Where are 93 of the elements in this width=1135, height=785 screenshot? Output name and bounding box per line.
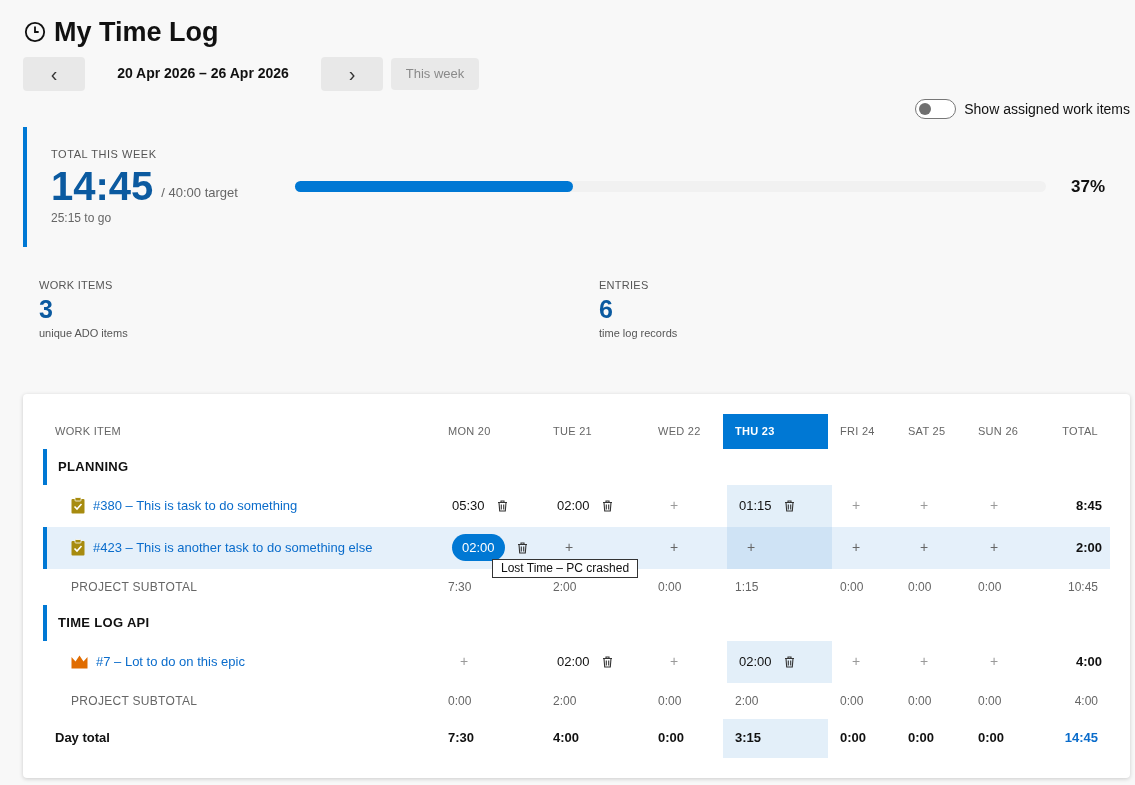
subtotal-total: 4:00	[1073, 692, 1099, 710]
add-entry-button[interactable]: +	[920, 537, 929, 558]
add-entry-button[interactable]: +	[747, 537, 756, 558]
previous-week-button[interactable]: ‹	[23, 56, 85, 91]
stat-label: WORK ITEMS	[39, 277, 114, 293]
add-entry-button[interactable]: +	[920, 495, 929, 516]
column-header: SUN 26	[977, 423, 1020, 439]
day-total-label: Day total	[54, 729, 111, 748]
subtotal-value: 0:00	[447, 692, 473, 710]
day-total-value: 4:00	[552, 729, 581, 748]
column-header: WORK ITEM	[54, 423, 123, 439]
subtotal-value: 1:15	[734, 578, 760, 596]
day-total-value: 0:00	[657, 729, 686, 748]
work-item-row[interactable]: #7 – Lot to do on this epic + 02:00 + 02:00 + + + 4:00	[43, 640, 1110, 683]
project-name: PLANNING	[58, 457, 129, 476]
remaining-text: 25:15 to go	[51, 209, 113, 227]
stat-value: 6	[599, 294, 614, 325]
next-week-button[interactable]: ›	[321, 56, 383, 91]
column-header: WED 22	[657, 423, 702, 439]
trash-icon[interactable]	[783, 499, 795, 512]
work-item-link[interactable]: #7 – Lot to do on this epic	[96, 651, 245, 672]
trash-icon[interactable]	[601, 655, 613, 668]
add-entry-button[interactable]: +	[670, 651, 679, 672]
time-entry[interactable]: 02:00	[557, 647, 590, 676]
subtotal-label: PROJECT SUBTOTAL	[70, 692, 199, 710]
subtotal-value: 0:00	[839, 578, 865, 596]
column-header: TOTAL	[1061, 423, 1099, 439]
subtotal-value: 0:00	[977, 578, 1003, 596]
add-entry-button[interactable]: +	[565, 537, 574, 558]
add-entry-button[interactable]: +	[920, 651, 929, 672]
work-item-link[interactable]: #380 – This is task to do something	[93, 495, 298, 516]
total-hours: 14:45	[51, 162, 154, 209]
trash-icon[interactable]	[601, 499, 613, 512]
summary-label: TOTAL THIS WEEK	[51, 147, 158, 163]
day-total-value: 0:00	[977, 729, 1006, 748]
column-header: SAT 25	[907, 423, 947, 439]
stat-label: ENTRIES	[599, 277, 650, 293]
date-range: 20 Apr 2026 – 26 Apr 2026	[116, 64, 290, 83]
subtotal-value: 0:00	[657, 578, 683, 596]
subtotal-value: 0:00	[977, 692, 1003, 710]
day-total-value: 0:00	[839, 729, 868, 748]
progress-percent: 37%	[1070, 175, 1105, 198]
add-entry-button[interactable]: +	[670, 495, 679, 516]
stat-caption: unique ADO items	[39, 326, 129, 341]
subtotal-value: 0:00	[907, 578, 933, 596]
subtotal-value: 2:00	[552, 578, 578, 596]
add-entry-button[interactable]: +	[460, 651, 469, 672]
day-total-value: 0:00	[907, 729, 936, 748]
page-title: My Time Log	[54, 16, 219, 49]
time-entry[interactable]: 02:00	[452, 533, 505, 562]
subtotal-value: 0:00	[839, 692, 865, 710]
column-header: FRI 24	[839, 423, 876, 439]
crown-icon	[71, 654, 88, 669]
column-header: MON 20	[447, 423, 492, 439]
add-entry-button[interactable]: +	[990, 495, 999, 516]
column-header: THU 23	[723, 413, 828, 449]
stat-caption: time log records	[599, 326, 679, 341]
subtotal-total: 10:45	[1066, 578, 1099, 596]
clock-icon	[24, 21, 46, 44]
week-total: 14:45	[1063, 729, 1099, 748]
subtotal-label: PROJECT SUBTOTAL	[70, 578, 199, 596]
time-entry[interactable]: 02:00	[557, 491, 590, 520]
target-text: / 40:00 target	[161, 184, 238, 203]
subtotal-value: 2:00	[552, 692, 578, 710]
clipboard-check-icon	[71, 497, 85, 514]
row-total: 8:45	[1074, 496, 1103, 515]
subtotal-value: 7:30	[447, 578, 473, 596]
work-item-row[interactable]: #380 – This is task to do something 05:30 02:00 + 01:15 + + + 8:45	[43, 484, 1110, 527]
trash-icon[interactable]	[783, 655, 795, 668]
project-name: TIME LOG API	[58, 613, 150, 632]
stat-value: 3	[39, 294, 54, 325]
subtotal-value: 0:00	[907, 692, 933, 710]
add-entry-button[interactable]: +	[670, 537, 679, 558]
trash-icon[interactable]	[516, 541, 528, 554]
subtotal-value: 0:00	[657, 692, 683, 710]
row-total: 2:00	[1074, 538, 1103, 557]
clipboard-check-icon	[71, 539, 85, 556]
add-entry-button[interactable]: +	[852, 495, 861, 516]
day-total-value: 3:15	[723, 718, 828, 758]
subtotal-value: 2:00	[734, 692, 760, 710]
add-entry-button[interactable]: +	[852, 537, 861, 558]
trash-icon[interactable]	[496, 499, 508, 512]
tooltip: Lost Time – PC crashed	[492, 558, 639, 578]
column-header: TUE 21	[552, 423, 593, 439]
day-total-value: 7:30	[447, 729, 476, 748]
add-entry-button[interactable]: +	[852, 651, 861, 672]
add-entry-button[interactable]: +	[990, 651, 999, 672]
time-entry[interactable]: 05:30	[452, 491, 485, 520]
work-item-link[interactable]: #423 – This is another task to do something else	[93, 537, 373, 558]
toggle-switch[interactable]	[915, 99, 957, 119]
row-total: 4:00	[1074, 652, 1103, 671]
toggle-label: Show assigned work items	[964, 99, 1130, 119]
add-entry-button[interactable]: +	[990, 537, 999, 558]
